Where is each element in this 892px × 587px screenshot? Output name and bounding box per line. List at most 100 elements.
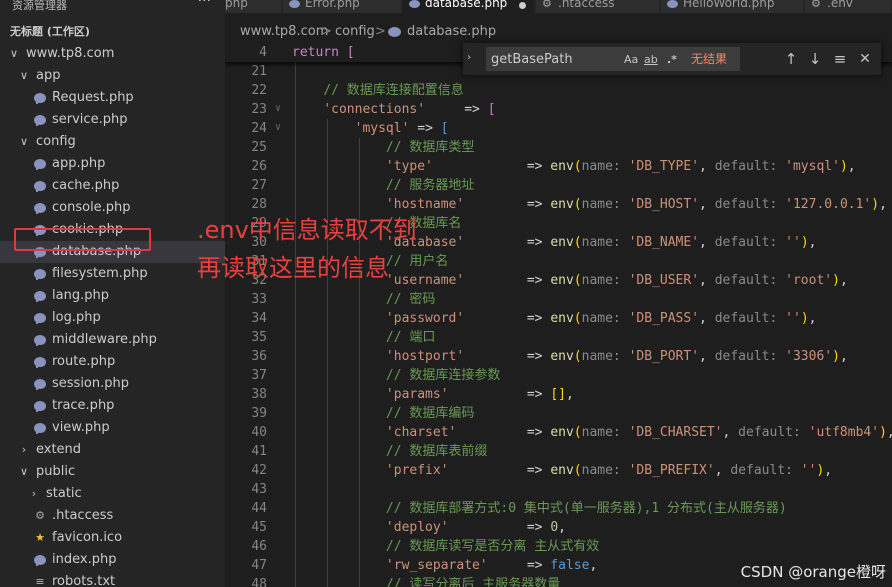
line-number: 36	[251, 349, 267, 364]
indent-guide	[359, 138, 360, 587]
tree-item[interactable]: › static	[0, 483, 225, 505]
tree-item[interactable]: app.php	[0, 153, 225, 175]
line-number: 37	[251, 368, 267, 383]
tree-item-label: session.php	[52, 376, 129, 391]
gear-icon: ⚙	[542, 0, 552, 10]
tree-item-label: robots.txt	[52, 574, 116, 587]
explorer-title: 资源管理器 ···	[0, 0, 225, 13]
star-icon: ★	[35, 531, 45, 544]
tab-2[interactable]: Error.php	[283, 0, 402, 13]
line-number: 41	[251, 444, 267, 459]
tree-item[interactable]: ⚙ .htaccess	[0, 505, 225, 527]
code-line: 'params' => [],	[385, 387, 574, 402]
line-number: 28	[251, 197, 267, 212]
php-file-icon	[34, 357, 46, 368]
tree-item-label: favicon.ico	[52, 530, 123, 545]
php-icon	[409, 0, 420, 8]
tab-4[interactable]: ⚙ .htaccess	[536, 0, 660, 13]
tree-item[interactable]: ∨ config	[0, 131, 225, 153]
workspace-title: 无标题 (工作区)	[10, 25, 90, 38]
match-case-icon[interactable]: Aa	[624, 51, 638, 69]
code-line: // 数据库连接参数	[385, 368, 501, 383]
gear-icon: ⚙	[35, 509, 45, 522]
tree-item[interactable]: cache.php	[0, 175, 225, 197]
tab-1[interactable]: php	[225, 0, 282, 13]
tab-label: .htaccess	[558, 0, 615, 10]
code-line: // 数据库表前缀	[385, 444, 488, 459]
chevron-down-icon: ∨	[19, 135, 29, 148]
code-line: // 数据库类型	[385, 140, 475, 155]
tree-item-label: .htaccess	[52, 508, 114, 523]
editor-tab-bar: php Error.php database.php ⚙ .htaccess HelloW…	[225, 0, 892, 13]
breadcrumb-item-config[interactable]: config	[335, 21, 375, 43]
close-find-icon[interactable]: ✕	[856, 49, 874, 69]
line-number: 35	[251, 330, 267, 345]
line-number: 39	[251, 406, 267, 421]
tree-item[interactable]: view.php	[0, 417, 225, 439]
code-editor[interactable]: 21 22 // 数据库连接配置信息 23 'connections' => [24…	[225, 43, 892, 587]
tree-item[interactable]: console.php	[0, 197, 225, 219]
tree-item[interactable]: ∨ app	[0, 65, 225, 87]
tab-3[interactable]: database.php	[403, 0, 535, 13]
tree-item[interactable]: log.php	[0, 307, 225, 329]
php-file-icon	[34, 335, 46, 346]
next-match-icon[interactable]: ↓	[806, 49, 824, 69]
tree-item[interactable]: ≡ robots.txt	[0, 571, 225, 587]
php-file-icon	[34, 291, 46, 302]
line-number: 26	[251, 159, 267, 174]
tree-item[interactable]: route.php	[0, 351, 225, 373]
tab-6[interactable]: ⚙ .env	[805, 0, 892, 13]
previous-match-icon[interactable]: ↑	[782, 49, 800, 69]
annotation-text-line1: .env中信息读取不到	[197, 216, 417, 244]
line-number: 4	[259, 45, 267, 60]
code-line: 'hostname' => env(name: 'DB_HOST', defau…	[385, 197, 887, 212]
regex-icon[interactable]: .*	[667, 51, 677, 69]
find-input[interactable]	[491, 50, 616, 68]
indent-guide	[327, 119, 328, 587]
line-number: 48	[251, 577, 267, 587]
code-line: 'deploy' => 0,	[385, 520, 566, 535]
unsaved-dot-icon[interactable]	[519, 2, 526, 9]
tab-5[interactable]: HelloWorld.php	[661, 0, 804, 13]
tree-item[interactable]: lang.php	[0, 285, 225, 307]
tree-item[interactable]: › extend	[0, 439, 225, 461]
fold-chevron-icon[interactable]: ∨	[275, 122, 281, 133]
tree-item[interactable]: index.php	[0, 549, 225, 571]
code-line: // 端口	[385, 330, 436, 345]
code-line: 'charset' => env(name: 'DB_CHARSET', def…	[385, 425, 892, 440]
workspace-header[interactable]: 无标题 (工作区)	[0, 21, 225, 43]
explorer-sidebar: 资源管理器 ··· 无标题 (工作区) ∨ www.tp8.com ∨ app Requ…	[0, 0, 225, 587]
tree-item-label: static	[46, 486, 82, 501]
code-line: 'password' => env(name: 'DB_PASS', defau…	[385, 311, 817, 326]
breadcrumb-item-root[interactable]: www.tp8.com	[240, 21, 328, 43]
tree-item-label: filesystem.php	[52, 266, 148, 281]
line-number: 46	[251, 539, 267, 554]
breadcrumb: www.tp8.com > config > database.php	[225, 21, 892, 43]
tree-item[interactable]: service.php	[0, 109, 225, 131]
tree-item-label: log.php	[52, 310, 101, 325]
more-actions-icon[interactable]: ···	[198, 0, 211, 8]
whole-word-icon[interactable]: ab	[644, 51, 658, 69]
line-number: 25	[251, 140, 267, 155]
toggle-replace-icon[interactable]: ›	[467, 52, 471, 63]
tree-item[interactable]: middleware.php	[0, 329, 225, 351]
line-number: 27	[251, 178, 267, 193]
chevron-down-icon: ∨	[9, 47, 19, 60]
code-line: // 读写分离后 主服务器数量	[385, 577, 561, 587]
tree-item[interactable]: Request.php	[0, 87, 225, 109]
code-line: 'hostport' => env(name: 'DB_PORT', defau…	[385, 349, 848, 364]
code-line: // 数据库部署方式:0 集中式(单一服务器),1 分布式(主从服务器)	[385, 501, 787, 516]
fold-chevron-icon[interactable]: ∨	[275, 103, 281, 114]
breadcrumb-item-file[interactable]: database.php	[407, 21, 496, 43]
tree-item[interactable]: ∨ www.tp8.com	[0, 43, 225, 65]
find-in-selection-icon[interactable]: ≡	[831, 49, 849, 69]
tree-item[interactable]: ★ favicon.ico	[0, 527, 225, 549]
tree-item-label: view.php	[52, 420, 110, 435]
tree-item[interactable]: session.php	[0, 373, 225, 395]
code-line: // 密码	[385, 292, 436, 307]
php-file-icon	[34, 555, 46, 566]
tree-item[interactable]: trace.php	[0, 395, 225, 417]
tree-item[interactable]: filesystem.php	[0, 263, 225, 285]
line-number: 43	[251, 482, 267, 497]
tree-item[interactable]: ∨ public	[0, 461, 225, 483]
